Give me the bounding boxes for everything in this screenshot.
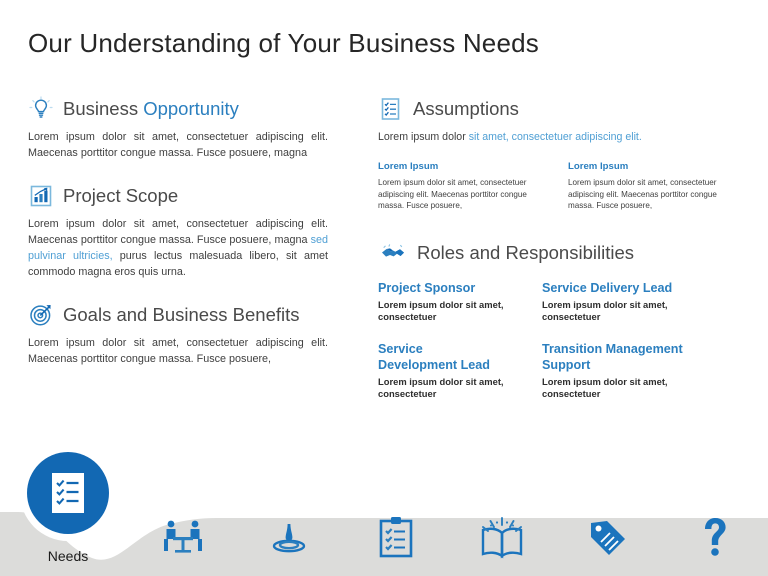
footer-nav-item[interactable] <box>236 511 342 563</box>
assumptions-sub-items: Lorem Ipsum Lorem ipsum dolor sit amet, … <box>378 161 738 212</box>
section-project-scope: Project Scope Lorem ipsum dolor sit amet… <box>28 183 328 280</box>
assumption-body: Lorem ipsum dolor sit amet, consectetuer… <box>568 178 717 210</box>
lightbulb-icon <box>29 96 53 118</box>
assumptions-lead-accent: sit amet, consectetuer adipiscing elit. <box>468 131 642 143</box>
section-body: Lorem ipsum dolor sit amet, consectetuer… <box>28 131 328 159</box>
section-title-dark: Goals and Business Benefits <box>63 304 300 325</box>
section-header: Roles and Responsibilities <box>378 240 738 266</box>
role-title: Transition Management Support <box>542 341 683 372</box>
roles-grid: Project Sponsor Lorem ipsum dolor sit am… <box>378 280 738 401</box>
role-body: Lorem ipsum dolor sit amet, consectetuer <box>378 298 504 323</box>
role-body: Lorem ipsum dolor sit amet, consectetuer <box>378 375 504 400</box>
section-header: Business Opportunity <box>28 96 328 122</box>
left-column: Business Opportunity Lorem ipsum dolor s… <box>28 96 328 371</box>
page-title: Our Understanding of Your Business Needs <box>28 28 539 58</box>
question-mark-icon <box>704 518 726 556</box>
price-tag-icon <box>591 521 626 555</box>
handshake-icon <box>382 243 404 257</box>
section-goals-benefits: Goals and Business Benefits Lorem ipsum … <box>28 302 348 367</box>
checklist-icon <box>381 98 400 120</box>
section-roles-responsibilities: Roles and Responsibilities Project Spons… <box>378 240 738 401</box>
slide-canvas: Our Understanding of Your Business Needs… <box>0 0 768 576</box>
section-title: Goals and Business Benefits <box>63 304 300 326</box>
role-card: Transition Management Support Lorem ipsu… <box>542 341 738 401</box>
assumption-body: Lorem ipsum dolor sit amet, consectetuer… <box>378 178 527 210</box>
role-card: Service Delivery Lead Lorem ipsum dolor … <box>542 280 738 324</box>
section-header: Goals and Business Benefits <box>28 302 348 328</box>
role-card: Project Sponsor Lorem ipsum dolor sit am… <box>378 280 538 324</box>
bar-chart-icon <box>30 185 52 207</box>
assumption-item: Lorem Ipsum Lorem ipsum dolor sit amet, … <box>378 161 544 212</box>
open-book-icon <box>481 517 523 559</box>
role-body: Lorem ipsum dolor sit amet, consectetuer <box>542 298 668 323</box>
right-column: Assumptions Lorem ipsum dolor sit amet, … <box>378 96 738 405</box>
section-business-opportunity: Business Opportunity Lorem ipsum dolor s… <box>28 96 328 161</box>
footer-nav-item[interactable] <box>662 511 768 563</box>
body-pre: Lorem ipsum dolor sit amet, consectetuer… <box>28 218 328 246</box>
footer-active-item[interactable] <box>27 452 109 534</box>
assumption-item: Lorem Ipsum Lorem ipsum dolor sit amet, … <box>568 161 734 212</box>
footer-active-label: Needs <box>47 548 89 564</box>
section-title-dark: Business <box>63 98 139 119</box>
role-title: Project Sponsor <box>378 280 476 295</box>
section-body: Lorem ipsum dolor sit amet, consectetuer… <box>28 337 328 365</box>
section-title: Business Opportunity <box>63 98 239 120</box>
footer-nav <box>130 498 768 576</box>
assumption-heading: Lorem Ipsum <box>568 161 629 172</box>
role-title: Service Delivery Lead <box>542 280 673 295</box>
clipboard-icon <box>379 517 413 558</box>
role-body: Lorem ipsum dolor sit amet, consectetuer <box>542 375 668 400</box>
assumptions-lead: Lorem ipsum dolor sit amet, consectetuer… <box>378 129 738 145</box>
section-header: Project Scope <box>28 183 328 209</box>
footer-nav-item[interactable] <box>343 511 449 563</box>
section-title: Assumptions <box>413 98 519 119</box>
assumptions-lead-dark: Lorem ipsum dolor <box>378 131 469 143</box>
footer-nav-item[interactable] <box>130 511 236 563</box>
assumption-heading: Lorem Ipsum <box>378 161 439 172</box>
meeting-table-icon <box>164 520 203 553</box>
section-header: Assumptions <box>378 96 738 122</box>
water-ripple-icon <box>273 524 306 553</box>
target-icon <box>30 305 51 326</box>
checklist-clipboard-icon <box>52 473 84 513</box>
section-title-accent: Opportunity <box>143 98 239 119</box>
role-title: Service Development Lead <box>378 341 490 372</box>
footer-nav-item[interactable] <box>449 511 555 563</box>
section-title-dark: Project Scope <box>63 185 179 206</box>
footer-nav-item[interactable] <box>555 511 661 563</box>
role-card: Service Development Lead Lorem ipsum dol… <box>378 341 538 401</box>
section-title: Project Scope <box>63 185 178 207</box>
section-body: Lorem ipsum dolor sit amet, consectetuer… <box>28 216 328 280</box>
section-assumptions: Assumptions Lorem ipsum dolor sit amet, … <box>378 96 738 212</box>
section-title: Roles and Responsibilities <box>417 241 634 263</box>
